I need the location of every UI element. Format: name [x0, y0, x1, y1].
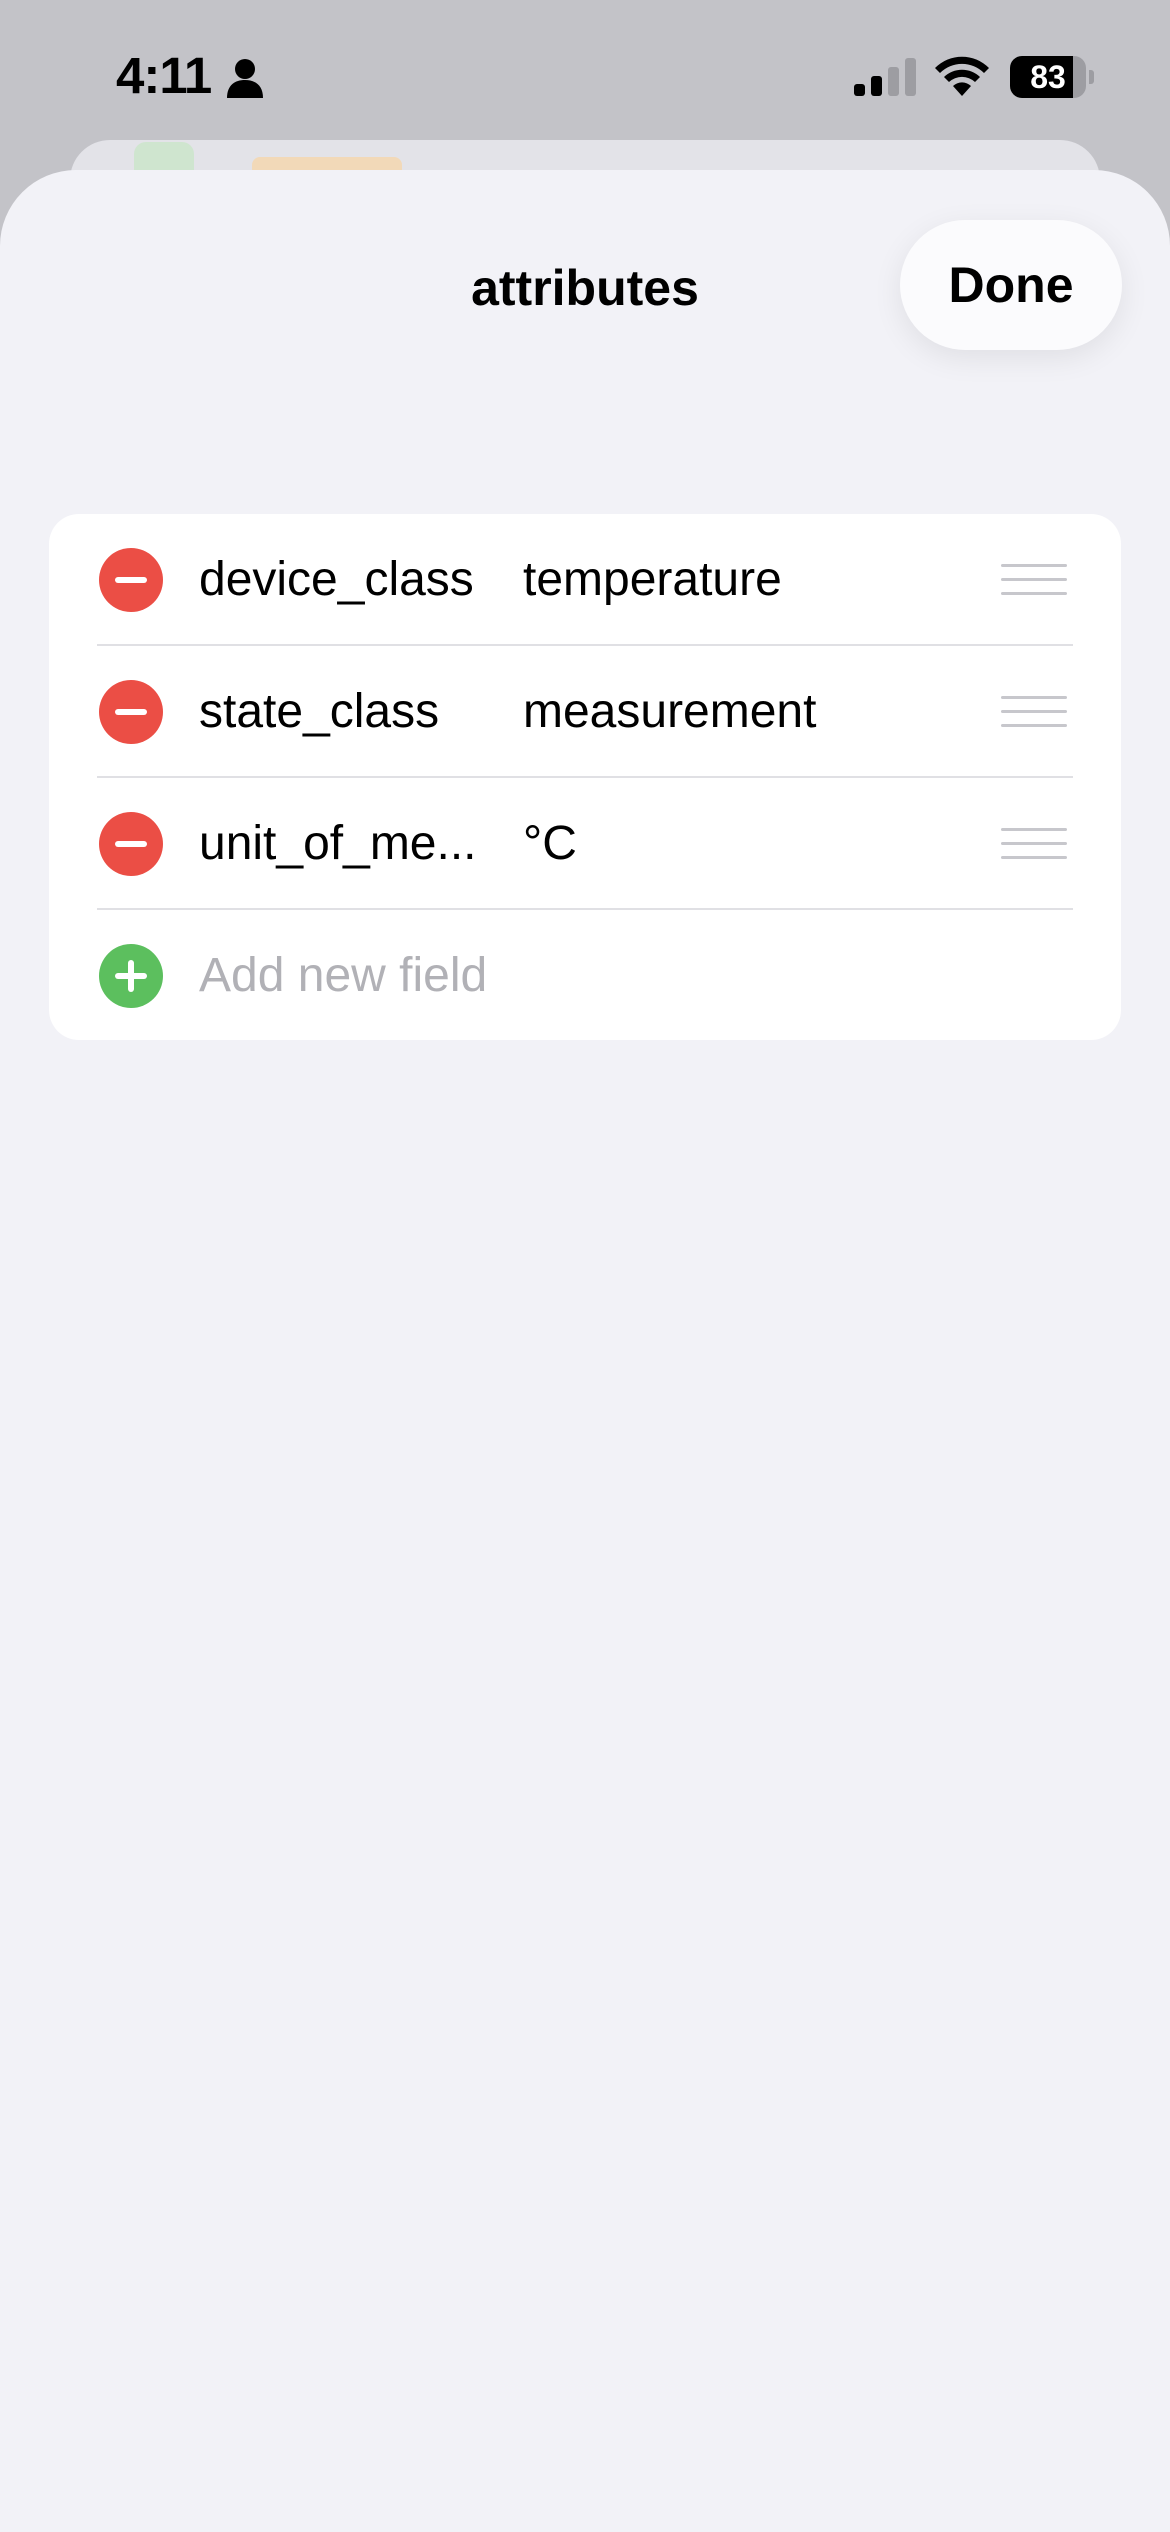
reorder-handle-icon[interactable] [1001, 560, 1067, 600]
field-key[interactable]: state_class [199, 680, 539, 744]
reorder-handle-icon[interactable] [1001, 824, 1067, 864]
field-key[interactable]: device_class [199, 548, 539, 612]
cellular-signal-icon [854, 58, 916, 96]
status-bar: 4:11 83 [0, 0, 1170, 150]
person-icon [227, 59, 263, 98]
field-value[interactable]: temperature [523, 548, 1003, 612]
battery-icon: 83 [1010, 56, 1094, 98]
reorder-handle-icon[interactable] [1001, 692, 1067, 732]
minus-icon [115, 577, 147, 583]
add-field-row[interactable]: Add new field [49, 910, 1121, 1040]
status-time: 4:11 [116, 47, 212, 104]
fields-list: device_class temperature state_class mea… [49, 514, 1121, 1040]
remove-field-button[interactable] [99, 812, 163, 876]
minus-icon [115, 841, 147, 847]
field-value[interactable]: measurement [523, 680, 1003, 744]
add-new-field-placeholder[interactable]: Add new field [199, 944, 999, 1008]
field-row: state_class measurement [49, 646, 1121, 778]
remove-field-button[interactable] [99, 548, 163, 612]
wifi-icon [935, 56, 989, 96]
done-button[interactable]: Done [900, 220, 1122, 350]
attributes-sheet: attributes Done device_class temperature… [0, 170, 1170, 2532]
field-row: unit_of_me... °C [49, 778, 1121, 910]
field-key[interactable]: unit_of_me... [199, 812, 539, 876]
field-row: device_class temperature [49, 514, 1121, 646]
minus-icon [115, 709, 147, 715]
battery-cap [1089, 70, 1094, 84]
add-field-button[interactable] [99, 944, 163, 1008]
battery-level: 83 [1010, 56, 1086, 98]
remove-field-button[interactable] [99, 680, 163, 744]
field-value[interactable]: °C [523, 812, 1003, 876]
